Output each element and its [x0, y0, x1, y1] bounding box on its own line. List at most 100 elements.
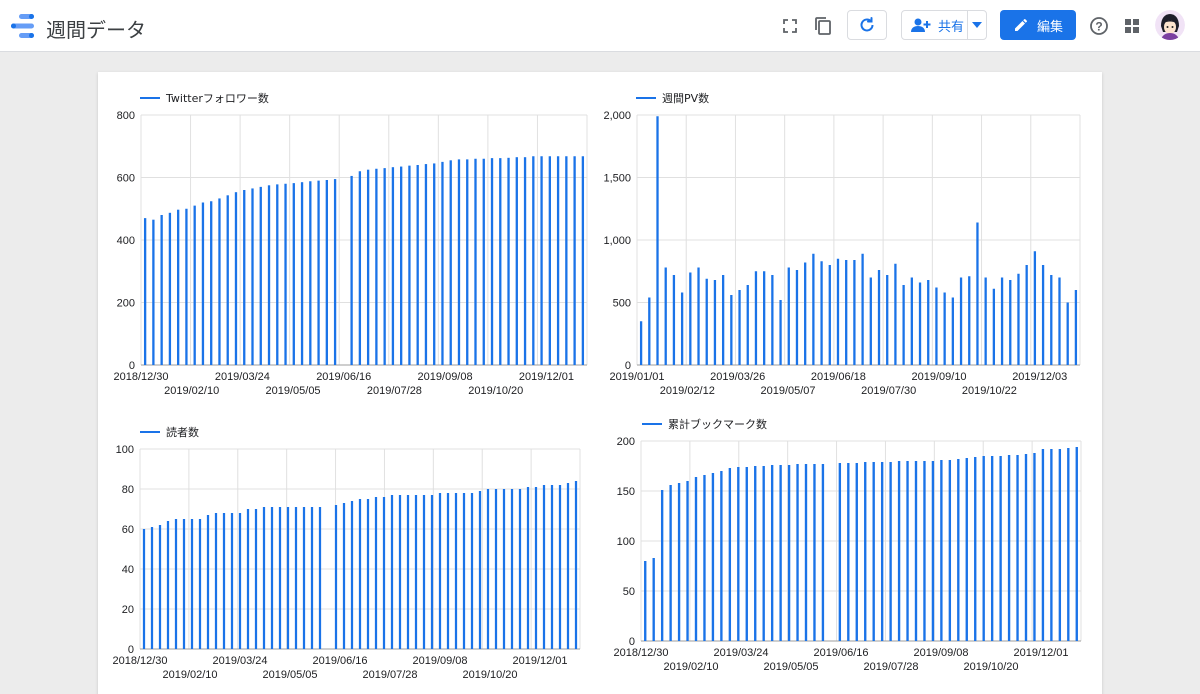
bar: [861, 253, 864, 365]
share-button[interactable]: 共有: [901, 10, 987, 40]
report-title[interactable]: 週間データ: [46, 14, 146, 43]
y-tick-label: 2,000: [603, 110, 631, 122]
x-tick-label: 2018/12/30: [112, 655, 167, 667]
bar: [763, 271, 766, 365]
bar: [918, 282, 922, 365]
bar: [1066, 302, 1069, 365]
bar: [574, 481, 578, 649]
bar: [711, 473, 715, 641]
bar: [902, 285, 905, 365]
bar: [1033, 453, 1036, 641]
bar: [672, 275, 676, 365]
chart-plot: 80060040020002018/12/30 2019/03/24 2019/06…: [113, 110, 588, 397]
bar: [779, 465, 782, 641]
refresh-icon: [860, 17, 874, 32]
bar: [686, 481, 689, 641]
chart-plot: 1008060402002018/12/30 2019/03/24 2019/06/…: [112, 444, 581, 681]
bar: [366, 169, 370, 365]
bar: [976, 222, 979, 365]
bar: [745, 467, 748, 641]
bar: [847, 463, 850, 641]
chart-weekly-pv[interactable]: 2,000 1,500 1,000 500 0 2019/01/01 2019/03/26 2…: [600, 72, 1102, 402]
legend-label: 累計ブックマーク数: [668, 418, 767, 431]
bar: [943, 292, 946, 365]
bar: [270, 507, 274, 649]
bar: [433, 163, 436, 365]
bar: [309, 181, 312, 365]
bar: [1007, 455, 1011, 641]
x-tick-label: 2019/09/08: [913, 647, 968, 659]
bar: [318, 507, 322, 649]
bar: [1017, 273, 1020, 365]
bar: [869, 277, 872, 365]
bar: [494, 489, 498, 649]
bar: [515, 157, 518, 365]
bar: [325, 180, 328, 365]
copy-icon[interactable]: [809, 12, 837, 40]
bar: [880, 462, 884, 641]
bar: [664, 267, 667, 365]
chart-legend[interactable]: 累計ブックマーク数: [642, 416, 767, 432]
bar: [168, 212, 172, 365]
x-tick-label: 2019/12/01: [512, 655, 567, 667]
bar: [974, 457, 977, 641]
bar: [226, 195, 229, 365]
edit-button[interactable]: 編集: [1000, 10, 1076, 40]
bar: [406, 495, 410, 649]
bar: [185, 208, 188, 365]
help-icon[interactable]: ?: [1085, 12, 1113, 40]
y-tick-label: 1,500: [603, 173, 631, 185]
bar: [796, 464, 799, 641]
bar: [374, 497, 378, 649]
y-tick-label: 100: [617, 536, 635, 548]
bar: [510, 489, 514, 649]
x-tick-label: 2019/03/24: [212, 655, 267, 667]
bar: [1016, 455, 1019, 641]
bar: [1009, 280, 1012, 365]
chart-legend[interactable]: 読者数: [140, 424, 199, 440]
bar: [234, 192, 238, 365]
bar: [416, 165, 419, 365]
x-tick-label: 2019/12/01: [519, 371, 574, 383]
bar: [422, 495, 426, 649]
apps-grid-icon[interactable]: [1118, 12, 1146, 40]
bar: [523, 157, 527, 365]
bar: [770, 465, 774, 641]
bar: [466, 159, 469, 365]
bar: [705, 278, 708, 365]
chart-plot: 2001501005002018/12/30 2019/03/24 2019/06/…: [613, 436, 1082, 673]
y-tick-label: 20: [122, 604, 134, 616]
share-main[interactable]: 共有: [902, 11, 969, 39]
chart-readers[interactable]: 100 80 60 40 20 0 2018/12/30 2019/03/24 2019/06/…: [98, 402, 600, 694]
bar: [565, 156, 568, 365]
bar: [414, 495, 418, 649]
refresh-button[interactable]: [847, 10, 887, 40]
bar: [984, 277, 987, 365]
bar: [581, 156, 585, 365]
legend-label: Twitterフォロワー数: [166, 92, 269, 105]
bar: [754, 466, 757, 641]
chart-twitter-followers[interactable]: 800 600 400 200 0 2018/12/30 2019/03/24 2019/06…: [98, 72, 600, 402]
bar: [1058, 277, 1061, 365]
bar: [540, 156, 543, 365]
bar: [534, 487, 538, 649]
bar: [526, 487, 530, 649]
bar: [251, 188, 254, 365]
data-studio-logo-icon[interactable]: [10, 13, 36, 39]
bar: [446, 493, 450, 649]
bar: [166, 521, 170, 649]
bar: [1041, 265, 1045, 365]
bar: [430, 495, 434, 649]
bar: [150, 527, 154, 649]
chart-legend[interactable]: Twitterフォロワー数: [140, 90, 269, 106]
y-tick-label: 400: [117, 235, 135, 247]
avatar[interactable]: [1155, 10, 1185, 40]
bar: [771, 275, 774, 365]
bar: [804, 262, 807, 365]
chart-legend[interactable]: 週間PV数: [636, 90, 709, 106]
caret-down-icon[interactable]: [968, 11, 986, 39]
bar: [897, 461, 901, 641]
fullscreen-icon[interactable]: [776, 12, 804, 40]
bar: [656, 116, 659, 365]
chart-bookmarks[interactable]: 200 150 100 50 0 2018/12/30 2019/03/24 2019/06/…: [600, 402, 1102, 694]
